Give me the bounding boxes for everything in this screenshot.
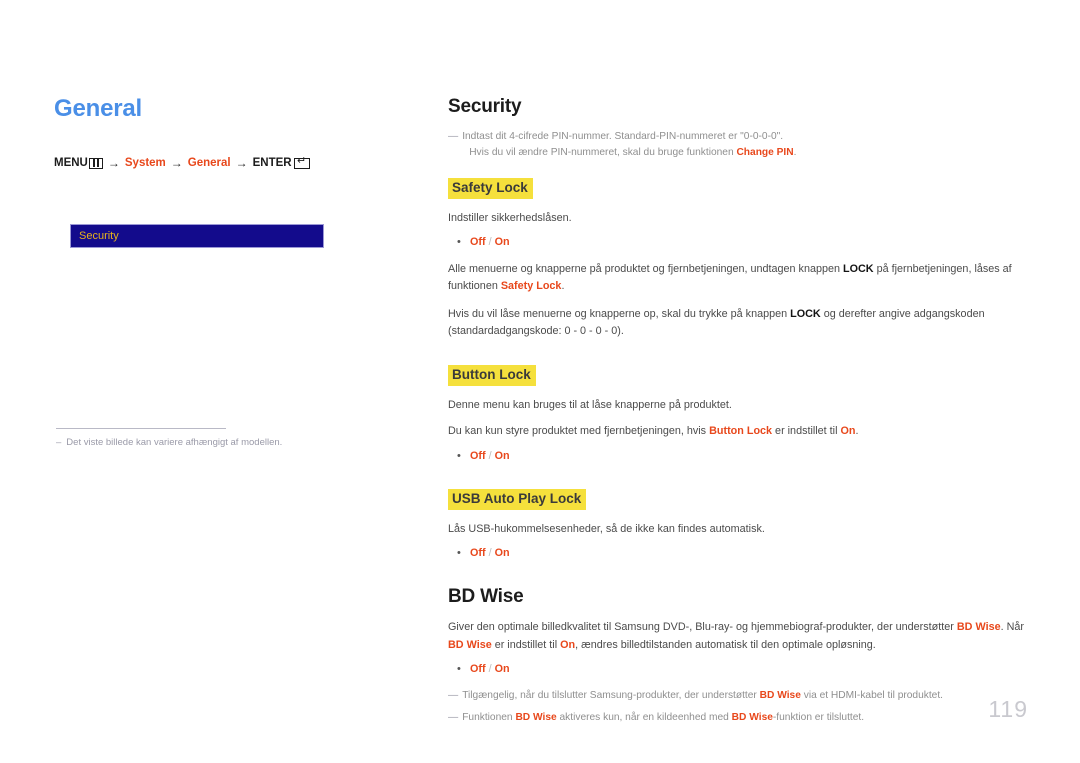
change-pin-ref: Change PIN [736, 147, 794, 159]
safety-lock-options: • Off / On [448, 236, 1028, 248]
footnote-dash: — [448, 690, 458, 702]
safety-lock-ref: Safety Lock [500, 280, 562, 293]
footnote-dash: – [56, 437, 62, 448]
fn1-c: via et HDMI-kabel til produktet. [800, 690, 944, 702]
security-intro-note: — Indtast dit 4-cifrede PIN-nummer. Stan… [448, 129, 1028, 162]
bd-wise-on-ref: On [560, 638, 576, 651]
button-lock-options: • Off / On [448, 450, 1028, 462]
bl-p1-c: er indstillet til [772, 425, 841, 438]
page-title: General [54, 95, 142, 122]
button-lock-paragraph-1: Du kan kun styre produktet med fjernbetj… [448, 423, 1028, 440]
breadcrumb-arrow-2: → [170, 156, 183, 171]
bullet-icon: • [457, 663, 461, 676]
button-lock-option-values: Off / On [470, 450, 510, 462]
option-off: Off [470, 663, 486, 676]
option-off: Off [470, 235, 486, 248]
option-separator: / [485, 547, 495, 560]
note-dash: — [448, 131, 458, 142]
sl-p1-a: Alle menuerne og knapperne på produktet … [448, 262, 843, 275]
left-note-divider [56, 428, 226, 429]
menu-path-breadcrumb: MENU → System → General → ENTER ↵ [54, 156, 404, 170]
fn2-e: -funktion er tilsluttet. [772, 711, 865, 723]
button-lock-ref: Button Lock [709, 425, 773, 438]
menu-path-step-general: General [187, 157, 231, 170]
bd-wise-footnote-1-text: Tilgængelig, når du tilslutter Samsung-p… [462, 688, 943, 704]
bd-wise-options: • Off / On [448, 663, 1028, 675]
menu-path-menu-label: MENU [54, 157, 88, 170]
option-on: On [494, 547, 510, 560]
bd-wise-footnote-2: — Funktionen BD Wise aktiveres kun, når … [448, 710, 1028, 726]
bullet-icon: • [457, 235, 461, 248]
bd-wise-footnotes: — Tilgængelig, når du tilslutter Samsung… [448, 688, 1028, 726]
left-footnote: – Det viste billede kan variere afhængig… [56, 436, 396, 450]
document-page: General MENU → System → General → ENTER … [0, 0, 1080, 763]
option-separator: / [485, 663, 495, 676]
security-intro-line2-post: . [793, 147, 797, 159]
bd-wise-ref-2: BD Wise [448, 638, 492, 651]
sl-p1-d: . [561, 280, 565, 293]
security-intro-line2-pre: Hvis du vil ændre PIN-nummeret, skal du … [469, 147, 737, 159]
lock-button-ref-2: LOCK [790, 307, 821, 320]
option-on: On [494, 449, 510, 462]
bd-wise-ref-b: BD Wise [731, 711, 773, 723]
heading-security: Security [448, 96, 522, 117]
bl-p1-e: . [855, 425, 859, 438]
heading-button-lock: Button Lock [448, 364, 536, 386]
bd-wise-paragraph-1: Giver den optimale billedkvalitet til Sa… [448, 619, 1028, 654]
bw-p1-e: er indstillet til [491, 638, 561, 651]
fn1-a: Tilgængelig, når du tilslutter Samsung-p… [462, 690, 760, 702]
option-off: Off [470, 449, 486, 462]
sl-p2-a: Hvis du vil låse menuerne og knapperne o… [448, 307, 791, 320]
option-separator: / [485, 235, 495, 248]
breadcrumb-arrow-3: → [235, 156, 248, 171]
security-intro-line1: Indtast dit 4-cifrede PIN-nummer. Standa… [462, 131, 784, 142]
security-intro-note-body: Indtast dit 4-cifrede PIN-nummer. Standa… [462, 129, 796, 162]
safety-lock-option-values: Off / On [470, 236, 510, 248]
menu-path-enter-label: ENTER [252, 157, 292, 170]
bw-p1-c: . Når [1000, 621, 1024, 634]
osd-menu-preview: Security [70, 224, 324, 248]
bw-p1-a: Giver den optimale billedkvalitet til Sa… [448, 621, 957, 634]
bl-p1-a: Du kan kun styre produktet med fjernbetj… [448, 425, 710, 438]
button-lock-description: Denne menu kan bruges til at låse knappe… [448, 398, 732, 411]
bd-wise-ref: BD Wise [759, 690, 801, 702]
security-intro-line2: Hvis du vil ændre PIN-nummeret, skal du … [462, 145, 796, 161]
menu-bars-icon [88, 157, 103, 169]
fn2-a: Funktionen [462, 711, 516, 723]
option-on: On [494, 235, 510, 248]
right-column: Security — Indtast dit 4-cifrede PIN-num… [448, 96, 1028, 732]
option-separator: / [485, 449, 495, 462]
heading-usb-auto-play-lock: USB Auto Play Lock [448, 488, 587, 510]
usb-auto-play-lock-description: Lås USB-hukommelsesenheder, så de ikke k… [448, 522, 765, 535]
option-off: Off [470, 547, 486, 560]
left-column: General MENU → System → General → ENTER … [54, 95, 404, 170]
option-on: On [494, 663, 510, 676]
heading-bd-wise: BD Wise [448, 586, 524, 608]
heading-safety-lock: Safety Lock [448, 177, 533, 199]
enter-return-icon: ↵ [293, 155, 310, 169]
bd-wise-footnote-1: — Tilgængelig, når du tilslutter Samsung… [448, 688, 1028, 704]
left-footnote-text: Det viste billede kan variere afhængigt … [66, 437, 283, 448]
bullet-icon: • [457, 449, 461, 462]
lock-button-ref-1: LOCK [843, 262, 874, 275]
fn2-c: aktiveres kun, når en kildeenhed med [556, 711, 732, 723]
usb-auto-play-lock-options: • Off / On [448, 547, 1028, 559]
bd-wise-ref-1: BD Wise [956, 621, 1001, 634]
footnote-dash: — [448, 711, 458, 723]
bullet-icon: • [457, 547, 461, 560]
breadcrumb-arrow-1: → [107, 156, 120, 171]
bw-p1-g: , ændres billedtilstanden automatisk til… [575, 638, 876, 651]
usb-option-values: Off / On [470, 547, 510, 559]
osd-menu-item-security: Security [79, 230, 119, 242]
bd-wise-footnote-2-text: Funktionen BD Wise aktiveres kun, når en… [462, 710, 864, 726]
bd-wise-option-values: Off / On [470, 663, 510, 675]
button-lock-on-ref: On [840, 425, 856, 438]
safety-lock-paragraph-2: Hvis du vil låse menuerne og knapperne o… [448, 306, 1028, 341]
menu-path-step-system: System [124, 157, 166, 170]
enter-return-glyph: ↵ [297, 155, 307, 168]
page-number: 119 [988, 696, 1028, 722]
safety-lock-paragraph-1: Alle menuerne og knapperne på produktet … [448, 261, 1028, 296]
safety-lock-description: Indstiller sikkerhedslåsen. [448, 211, 572, 224]
bd-wise-ref-a: BD Wise [515, 711, 557, 723]
